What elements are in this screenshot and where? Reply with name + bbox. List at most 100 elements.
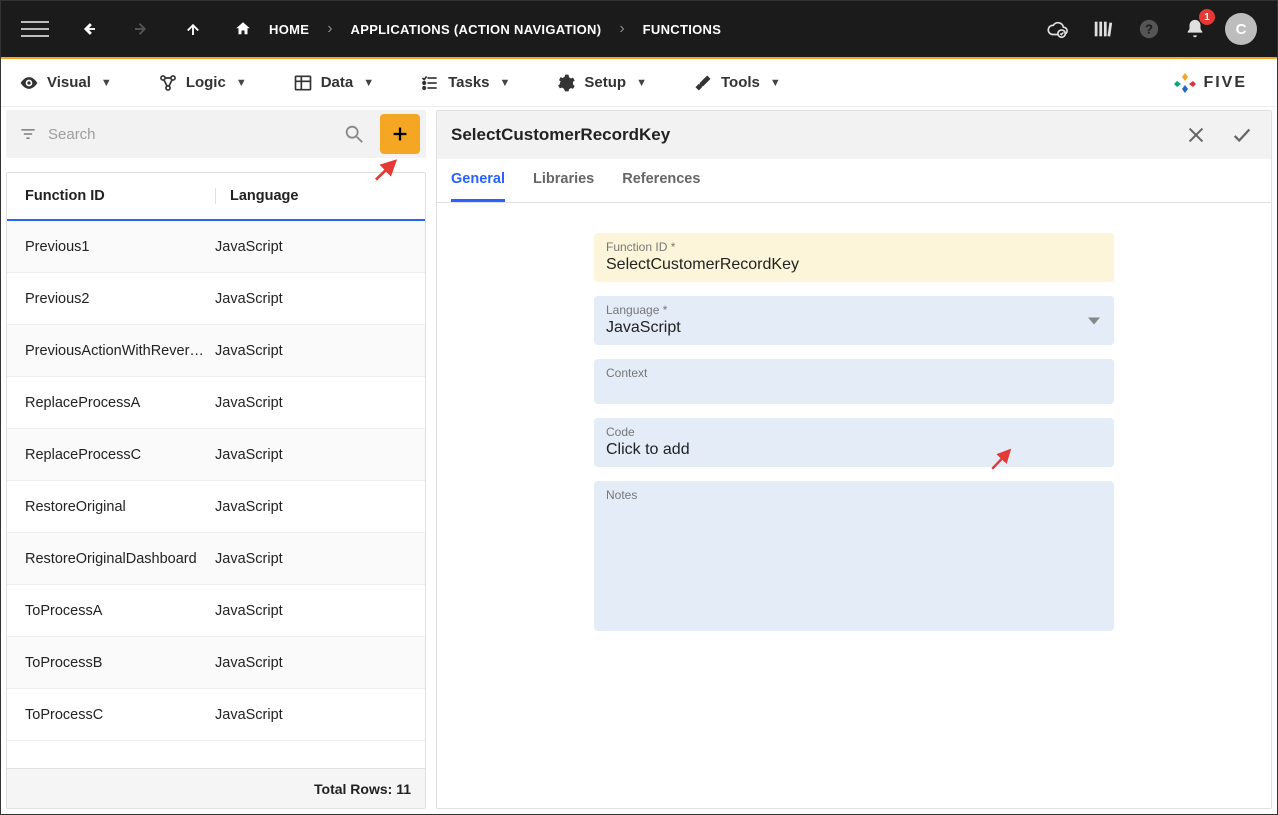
table-row[interactable]: ToProcessAJavaScript	[7, 585, 425, 637]
svg-text:?: ?	[1145, 22, 1153, 37]
field-code[interactable]: Code Click to add	[594, 418, 1114, 467]
column-function-id[interactable]: Function ID	[25, 188, 215, 204]
add-button[interactable]	[380, 114, 420, 154]
breadcrumb-functions[interactable]: FUNCTIONS	[643, 22, 722, 37]
field-function-id[interactable]: Function ID * SelectCustomerRecordKey	[594, 233, 1114, 282]
detail-tabs: General Libraries References	[437, 159, 1271, 203]
notifications-icon[interactable]: 1	[1179, 13, 1211, 45]
cell-function-id: Previous1	[25, 239, 215, 255]
search-bar	[6, 110, 426, 158]
cell-function-id: ToProcessB	[25, 655, 215, 671]
menu-label: Tools	[721, 74, 760, 91]
forward-button[interactable]	[125, 13, 157, 45]
avatar[interactable]: C	[1225, 13, 1257, 45]
up-button[interactable]	[177, 13, 209, 45]
eye-icon	[19, 73, 39, 93]
cell-language: JavaScript	[215, 551, 407, 567]
field-label: Function ID *	[606, 240, 1102, 254]
top-bar: HOME › APPLICATIONS (ACTION NAVIGATION) …	[1, 1, 1277, 57]
field-language[interactable]: Language * JavaScript	[594, 296, 1114, 345]
cell-function-id: ReplaceProcessA	[25, 395, 215, 411]
table-header: Function ID Language	[7, 173, 425, 221]
menu-label: Visual	[47, 74, 91, 91]
breadcrumb-applications[interactable]: APPLICATIONS (ACTION NAVIGATION)	[351, 22, 602, 37]
field-context[interactable]: Context	[594, 359, 1114, 404]
field-notes[interactable]: Notes	[594, 481, 1114, 631]
menu-label: Tasks	[448, 74, 489, 91]
field-label: Notes	[606, 488, 1102, 502]
tab-references[interactable]: References	[622, 159, 700, 202]
brand-logo: FIVE	[1173, 71, 1259, 95]
table-row[interactable]: ReplaceProcessCJavaScript	[7, 429, 425, 481]
cell-language: JavaScript	[215, 343, 407, 359]
cell-language: JavaScript	[215, 655, 407, 671]
close-button[interactable]	[1181, 120, 1211, 150]
search-icon[interactable]	[336, 123, 372, 145]
menu-setup[interactable]: Setup▼	[556, 73, 647, 93]
cell-language: JavaScript	[215, 239, 407, 255]
table-row[interactable]: PreviousActionWithRever…JavaScript	[7, 325, 425, 377]
cell-language: JavaScript	[215, 603, 407, 619]
detail-header: SelectCustomerRecordKey	[437, 111, 1271, 159]
cloud-icon[interactable]	[1041, 13, 1073, 45]
chevron-right-icon: ›	[619, 20, 624, 38]
back-button[interactable]	[73, 13, 105, 45]
cell-function-id: ReplaceProcessC	[25, 447, 215, 463]
menu-tasks[interactable]: Tasks▼	[420, 73, 510, 93]
five-logo-icon	[1173, 71, 1197, 95]
functions-table: Function ID Language Previous1JavaScript…	[6, 172, 426, 809]
menu-label: Setup	[584, 74, 626, 91]
cell-language: JavaScript	[215, 499, 407, 515]
tab-general[interactable]: General	[451, 159, 505, 202]
field-value: JavaScript	[606, 319, 1102, 337]
table-row[interactable]: ReplaceProcessAJavaScript	[7, 377, 425, 429]
logic-icon	[158, 73, 178, 93]
left-panel: Function ID Language Previous1JavaScript…	[6, 110, 426, 809]
search-input[interactable]	[48, 126, 328, 143]
library-icon[interactable]	[1087, 13, 1119, 45]
table-row[interactable]: RestoreOriginalDashboardJavaScript	[7, 533, 425, 585]
field-label: Context	[606, 366, 1102, 380]
help-icon[interactable]: ?	[1133, 13, 1165, 45]
confirm-button[interactable]	[1227, 120, 1257, 150]
cell-language: JavaScript	[215, 447, 407, 463]
menu-visual[interactable]: Visual▼	[19, 73, 112, 93]
tab-libraries[interactable]: Libraries	[533, 159, 594, 202]
workspace: Function ID Language Previous1JavaScript…	[1, 107, 1277, 814]
detail-panel: SelectCustomerRecordKey General Librarie…	[436, 110, 1272, 809]
table-row[interactable]: ToProcessCJavaScript	[7, 689, 425, 741]
menu-logic[interactable]: Logic▼	[158, 73, 247, 93]
table-footer: Total Rows: 11	[7, 768, 425, 808]
table-body[interactable]: Previous1JavaScriptPrevious2JavaScriptPr…	[7, 221, 425, 768]
cell-function-id: PreviousActionWithRever…	[25, 343, 215, 359]
brand-text: FIVE	[1203, 74, 1247, 92]
cell-language: JavaScript	[215, 291, 407, 307]
cell-function-id: RestoreOriginalDashboard	[25, 551, 215, 567]
menu-bar: Visual▼ Logic▼ Data▼ Tasks▼ Setup▼ Tools…	[1, 59, 1277, 107]
menu-tools[interactable]: Tools▼	[693, 73, 781, 93]
detail-title: SelectCustomerRecordKey	[451, 125, 670, 145]
cell-function-id: RestoreOriginal	[25, 499, 215, 515]
table-row[interactable]: Previous2JavaScript	[7, 273, 425, 325]
tasks-icon	[420, 73, 440, 93]
column-language[interactable]: Language	[215, 188, 407, 204]
field-value: Click to add	[606, 441, 1102, 459]
cell-function-id: Previous2	[25, 291, 215, 307]
cell-language: JavaScript	[215, 707, 407, 723]
filter-icon[interactable]	[16, 124, 40, 144]
tools-icon	[693, 73, 713, 93]
cell-function-id: ToProcessA	[25, 603, 215, 619]
menu-data[interactable]: Data▼	[293, 73, 374, 93]
cell-language: JavaScript	[215, 395, 407, 411]
breadcrumb-home[interactable]: HOME	[269, 22, 309, 37]
chevron-right-icon: ›	[327, 20, 332, 38]
cell-function-id: ToProcessC	[25, 707, 215, 723]
menu-icon[interactable]	[21, 15, 49, 43]
field-value: SelectCustomerRecordKey	[606, 256, 1102, 274]
table-row[interactable]: Previous1JavaScript	[7, 221, 425, 273]
home-icon[interactable]	[227, 13, 259, 45]
gear-icon	[556, 73, 576, 93]
table-icon	[293, 73, 313, 93]
table-row[interactable]: RestoreOriginalJavaScript	[7, 481, 425, 533]
table-row[interactable]: ToProcessBJavaScript	[7, 637, 425, 689]
